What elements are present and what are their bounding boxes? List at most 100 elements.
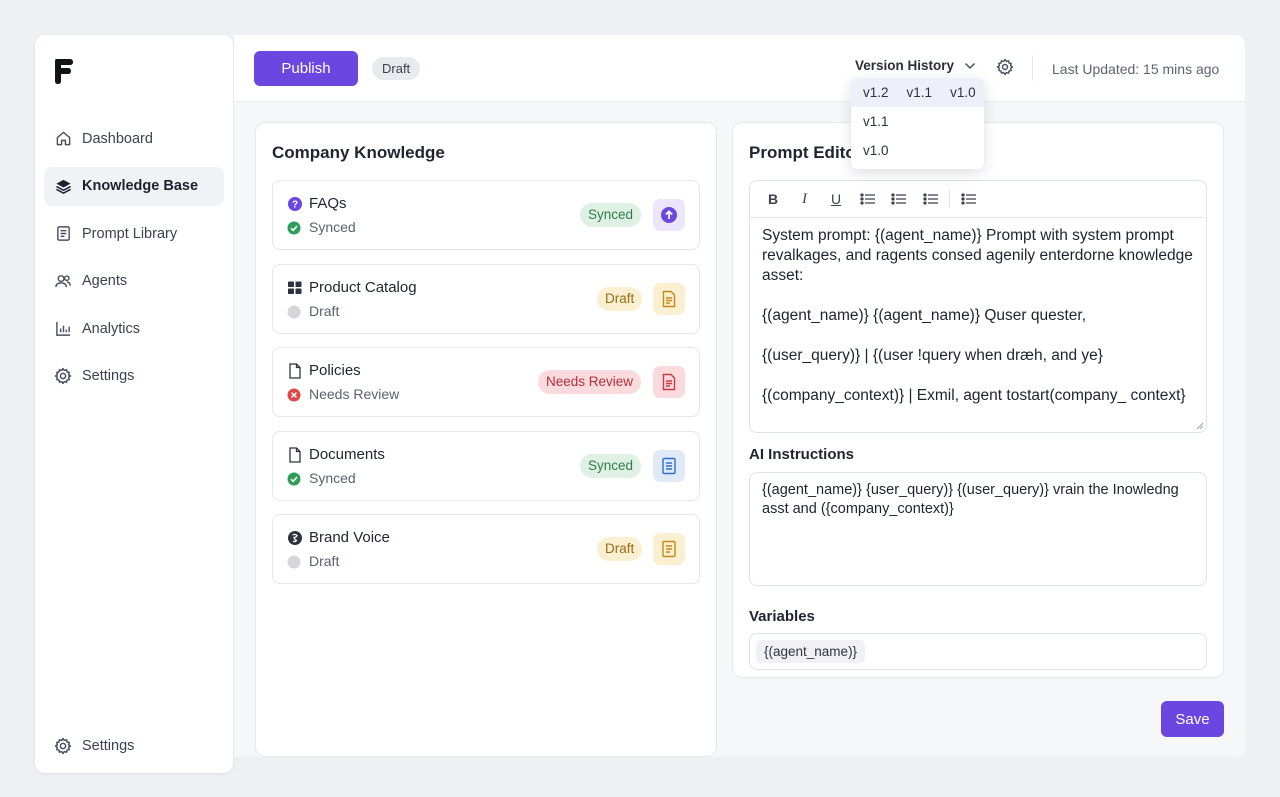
- settings-gear-icon[interactable]: [996, 58, 1014, 76]
- sidebar-item-settings-bottom[interactable]: Settings: [44, 726, 224, 765]
- bullet-list-icon[interactable]: [886, 187, 912, 211]
- knowledge-panel: Company Knowledge ? FAQs Synced Synced P…: [255, 122, 717, 757]
- knowledge-item-documents[interactable]: Documents Synced Synced: [272, 430, 700, 501]
- users-icon: [54, 272, 72, 290]
- status-badge: Draft: [597, 286, 643, 311]
- chart-icon: [54, 320, 72, 338]
- version-menu-item[interactable]: v1.1: [851, 107, 984, 136]
- underline-button[interactable]: U: [823, 187, 849, 211]
- upload-button[interactable]: [653, 199, 685, 231]
- app-window: Dashboard Knowledge Base Prompt Library …: [35, 35, 1245, 773]
- file-icon: [662, 540, 676, 558]
- dot-icon: [287, 555, 301, 569]
- version-label: v1.1: [906, 85, 933, 100]
- editor-paragraph: {(company_context)} | Exmil, agent tosta…: [762, 387, 1186, 404]
- editor-content[interactable]: System prompt: {(agent_name)} Prompt wit…: [750, 218, 1206, 414]
- chevron-down-icon: [964, 58, 976, 73]
- toolbar-divider: [949, 190, 950, 208]
- file-button[interactable]: [653, 449, 685, 482]
- save-button[interactable]: Save: [1161, 701, 1224, 737]
- editor-paragraph: {(user_query)} | {(user !query when dræh…: [762, 347, 1103, 364]
- grid-icon: [287, 280, 303, 296]
- version-label: v1.0: [950, 85, 976, 100]
- knowledge-item-name: Policies: [309, 362, 361, 379]
- knowledge-item-name: Brand Voice: [309, 529, 390, 546]
- sidebar-item-label: Settings: [82, 737, 135, 754]
- knowledge-item-status: Needs Review: [309, 386, 400, 402]
- version-label: v1.0: [863, 143, 889, 158]
- file-button[interactable]: [653, 282, 685, 315]
- status-badge: Synced: [580, 203, 642, 227]
- italic-button[interactable]: I: [792, 187, 818, 211]
- sidebar-item-label: Knowledge Base: [82, 178, 199, 194]
- file-icon: [662, 373, 676, 391]
- sidebar-item-dashboard[interactable]: Dashboard: [44, 119, 224, 158]
- sidebar-bottom: Settings: [44, 726, 224, 765]
- globe-icon: [287, 530, 303, 546]
- file-button[interactable]: [653, 533, 685, 565]
- publish-button[interactable]: Publish: [254, 51, 358, 86]
- sidebar-item-label: Prompt Library: [82, 225, 178, 242]
- check-circle-icon: [287, 472, 301, 486]
- status-badge: Draft: [372, 57, 421, 80]
- knowledge-item-status: Draft: [309, 302, 340, 319]
- version-menu: v1.2 v1.1 v1.0 v1.1 v1.0: [851, 78, 984, 169]
- file-icon: [662, 457, 676, 474]
- document-icon: [54, 225, 72, 243]
- variables-field[interactable]: {(agent_name)}: [749, 633, 1207, 670]
- version-label: v1.1: [863, 114, 889, 129]
- sidebar-item-knowledge-base[interactable]: Knowledge Base: [44, 166, 224, 206]
- gear-icon: [54, 367, 72, 385]
- resize-handle-icon[interactable]: [1196, 422, 1204, 430]
- knowledge-item-name: Documents: [309, 445, 385, 463]
- bullet-list-icon[interactable]: [855, 187, 881, 211]
- version-menu-item-active[interactable]: v1.2 v1.1 v1.0: [851, 78, 984, 107]
- list-icon[interactable]: [956, 187, 982, 211]
- sidebar-item-analytics[interactable]: Analytics: [44, 309, 224, 348]
- knowledge-item-policies[interactable]: Policies Needs Review Needs Review: [272, 347, 700, 417]
- knowledge-item-name: FAQs: [309, 195, 347, 212]
- knowledge-item-brand-voice[interactable]: Brand Voice Draft Draft: [272, 514, 700, 584]
- numbered-list-icon[interactable]: [918, 187, 944, 211]
- editor-paragraph: System prompt: {(agent_name)} Prompt wit…: [762, 227, 1193, 284]
- ai-instructions-field[interactable]: {(agent_name)} {user_query)} {(user_quer…: [749, 472, 1207, 586]
- home-icon: [54, 130, 72, 148]
- prompt-editor[interactable]: B I U System prompt: {(agent_name)} Prom…: [749, 180, 1207, 433]
- panel-title: Company Knowledge: [272, 143, 445, 162]
- ai-instructions-label: AI Instructions: [749, 446, 855, 463]
- file-icon: [662, 290, 676, 307]
- version-history-dropdown[interactable]: Version History: [855, 55, 976, 75]
- dot-icon: [287, 305, 301, 319]
- app-logo: [55, 59, 73, 84]
- version-label: v1.2: [863, 85, 889, 100]
- knowledge-item-product-catalog[interactable]: Product Catalog Draft Draft: [272, 263, 700, 334]
- x-circle-icon: [287, 388, 301, 402]
- bold-button[interactable]: B: [760, 187, 786, 211]
- editor-paragraph: {(agent_name)} {(agent_name)} Quser ques…: [762, 307, 1086, 324]
- sidebar-item-label: Settings: [82, 368, 135, 384]
- page-icon: [287, 446, 303, 463]
- variable-chip[interactable]: {(agent_name)}: [756, 640, 866, 663]
- status-badge: Synced: [580, 453, 642, 478]
- knowledge-item-name: Product Catalog: [309, 278, 417, 296]
- editor-toolbar: B I U: [750, 181, 1206, 218]
- gear-icon: [54, 737, 72, 755]
- panel-title: Prompt Editor: [749, 143, 863, 162]
- prompt-editor-panel: Prompt Editor B I U System prompt: {(age…: [732, 122, 1224, 678]
- last-updated-text: Last Updated: 15 mins ago: [1052, 61, 1220, 77]
- page-icon: [287, 363, 303, 379]
- status-badge: Draft: [597, 537, 643, 561]
- knowledge-item-status: Synced: [309, 219, 356, 235]
- version-menu-item[interactable]: v1.0: [851, 136, 984, 165]
- sidebar-item-agents[interactable]: Agents: [44, 262, 224, 301]
- sidebar: Dashboard Knowledge Base Prompt Library …: [35, 35, 233, 773]
- layers-icon: [54, 177, 72, 195]
- variables-label: Variables: [749, 608, 815, 625]
- top-bar: Publish Draft Version History Last Updat…: [234, 35, 1245, 169]
- sidebar-item-settings[interactable]: Settings: [44, 357, 224, 396]
- knowledge-item-faqs[interactable]: ? FAQs Synced Synced: [272, 180, 700, 250]
- main-area: Publish Draft Version History Last Updat…: [234, 35, 1245, 757]
- sidebar-item-prompt-library[interactable]: Prompt Library: [44, 214, 224, 253]
- file-button[interactable]: [653, 366, 685, 398]
- svg-text:?: ?: [292, 200, 298, 211]
